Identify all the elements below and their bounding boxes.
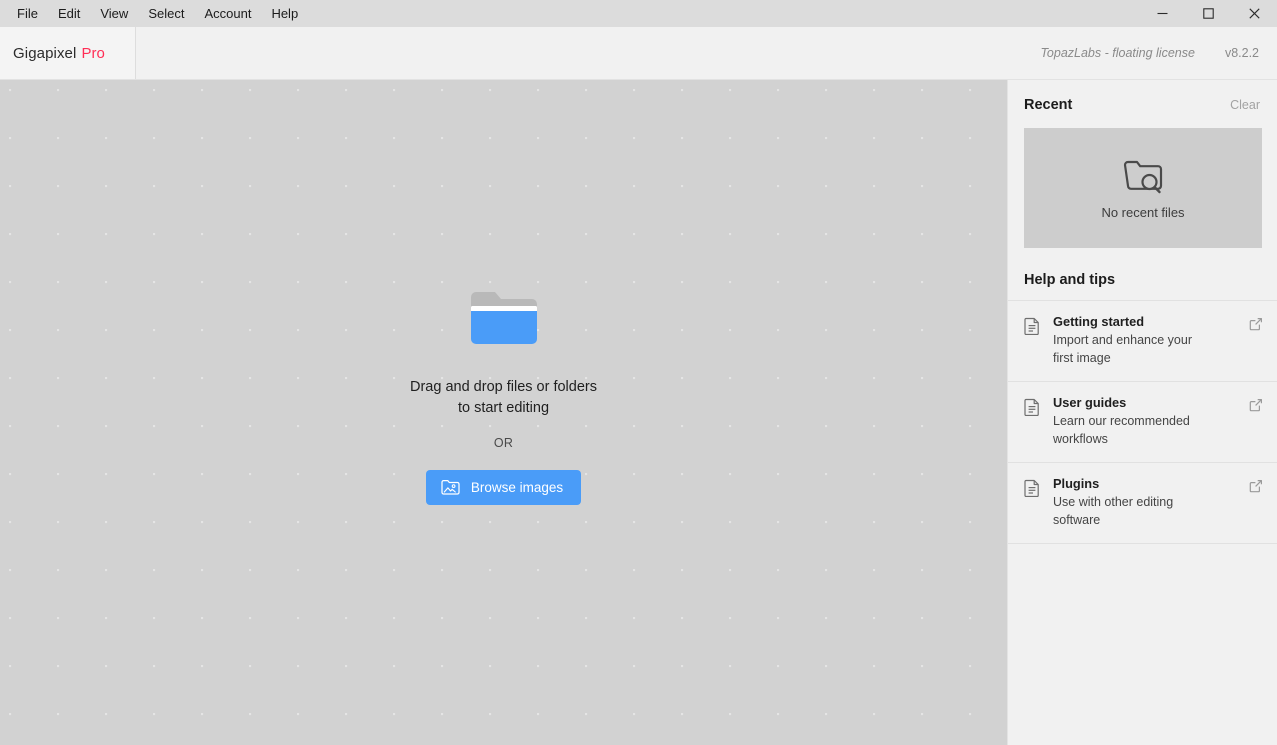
folder-icon-graphic [470,291,537,344]
right-sidebar: Recent Clear No recent files Help and ti… [1007,80,1277,745]
help-item-text-block: Getting started Import and enhance your … [1053,314,1236,367]
app-header: Gigapixel Pro TopazLabs - floating licen… [0,27,1277,80]
help-item-plugins[interactable]: Plugins Use with other editing software [1008,462,1277,544]
help-item-description: Import and enhance your first image [1053,333,1192,365]
help-item-description: Learn our recommended workflows [1053,414,1190,446]
help-item-user-guides[interactable]: User guides Learn our recommended workfl… [1008,381,1277,462]
recent-empty-state: No recent files [1024,128,1262,248]
app-logo-tab[interactable]: Gigapixel Pro [0,27,136,79]
external-link-icon[interactable] [1249,314,1263,336]
help-item-title: Getting started [1053,314,1145,329]
folder-icon [468,289,540,347]
gigapixel-app-window: File Edit View Select Account Help Gigap… [0,0,1277,745]
document-icon [1024,314,1040,340]
dropzone-heading-line1: Drag and drop files or folders [410,378,597,395]
menu-bar: File Edit View Select Account Help [0,0,308,27]
dropzone-heading-line2: to start editing [457,399,550,416]
recent-section-header: Recent Clear [1008,80,1277,113]
browse-images-button[interactable]: Browse images [425,469,582,505]
dropzone-heading: Drag and drop files or folders to start … [410,377,597,419]
document-icon [1024,476,1040,502]
no-recent-files-label: No recent files [1101,204,1185,220]
app-name-label: Gigapixel [13,44,77,62]
maximize-button[interactable] [1185,0,1231,27]
help-item-text-block: Plugins Use with other editing software [1053,476,1236,529]
image-drop-canvas[interactable]: Drag and drop files or folders to start … [0,80,1007,745]
document-icon [1024,395,1040,421]
external-link-icon[interactable] [1249,476,1263,498]
external-link-icon[interactable] [1249,395,1263,417]
help-item-text-block: User guides Learn our recommended workfl… [1053,395,1236,448]
header-right-info: TopazLabs - floating license v8.2.2 [136,27,1277,79]
help-and-tips-list: Getting started Import and enhance your … [1008,300,1277,544]
recent-title: Recent [1024,97,1073,113]
menu-item-help[interactable]: Help [261,0,308,27]
clear-recent-button[interactable]: Clear [1230,98,1260,112]
minimize-button[interactable] [1139,0,1185,27]
dropzone-content: Drag and drop files or folders to start … [410,289,597,505]
folder-search-icon [1123,160,1163,193]
window-controls [1139,0,1277,27]
help-and-tips-title: Help and tips [1024,272,1116,288]
app-body: Drag and drop files or folders to start … [0,80,1277,745]
version-label: v8.2.2 [1224,46,1259,60]
menu-item-edit[interactable]: Edit [48,0,90,27]
close-button[interactable] [1231,0,1277,27]
sidebar-empty-space [1008,544,1277,745]
image-folder-icon [441,479,460,495]
browse-images-label: Browse images [470,479,564,495]
maximize-icon [1202,8,1214,19]
minimize-icon [1157,12,1167,15]
help-item-title: User guides [1053,395,1127,410]
license-label: TopazLabs - floating license [1040,46,1195,60]
help-item-getting-started[interactable]: Getting started Import and enhance your … [1008,300,1277,381]
title-bar: File Edit View Select Account Help [0,0,1277,27]
or-separator-label: OR [493,435,514,450]
menu-item-file[interactable]: File [7,0,48,27]
menu-item-view[interactable]: View [90,0,138,27]
help-item-description: Use with other editing software [1053,495,1174,527]
help-item-title: Plugins [1053,476,1100,491]
menu-item-select[interactable]: Select [138,0,194,27]
menu-item-account[interactable]: Account [194,0,261,27]
close-icon [1248,8,1260,19]
app-edition-badge: Pro [81,44,105,62]
